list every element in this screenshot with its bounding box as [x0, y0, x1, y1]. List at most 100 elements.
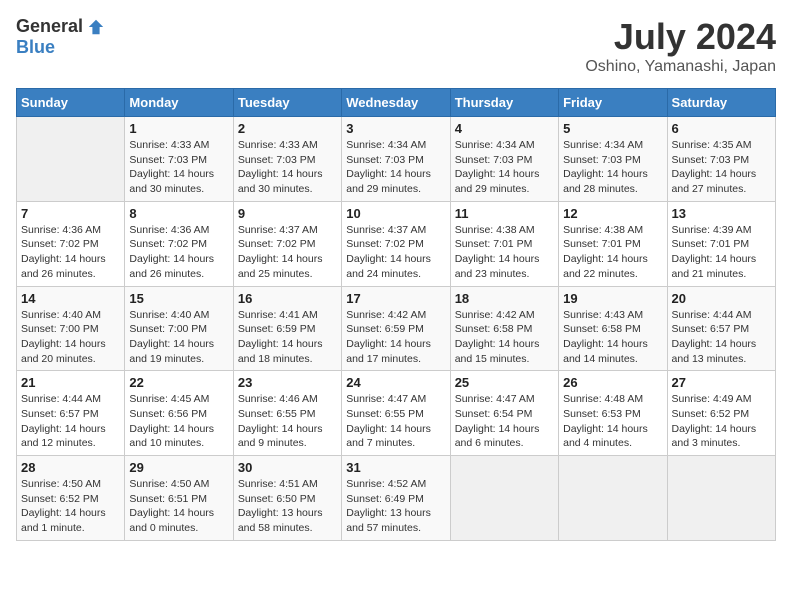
calendar-cell: 7Sunrise: 4:36 AMSunset: 7:02 PMDaylight…: [17, 201, 125, 286]
calendar-week-row: 1 Sunrise: 4:33 AMSunset: 7:03 PMDaylight…: [17, 117, 776, 202]
day-info: Sunrise: 4:37 AMSunset: 7:02 PMDaylight:…: [346, 223, 445, 282]
day-info: Sunrise: 4:43 AMSunset: 6:58 PMDaylight:…: [563, 308, 662, 367]
calendar-cell: 6Sunrise: 4:35 AMSunset: 7:03 PMDaylight…: [667, 117, 775, 202]
day-number: 20: [672, 291, 771, 306]
calendar-cell: 16 Sunrise: 4:41 AMSunset: 6:59 PMDayligh…: [233, 286, 341, 371]
day-number: 11: [455, 206, 554, 221]
header-thursday: Thursday: [450, 89, 558, 117]
calendar-cell: 10Sunrise: 4:37 AMSunset: 7:02 PMDayligh…: [342, 201, 450, 286]
day-number: 22: [129, 375, 228, 390]
day-number: 18: [455, 291, 554, 306]
calendar-cell: [450, 456, 558, 541]
day-number: 23: [238, 375, 337, 390]
calendar-cell: 19Sunrise: 4:43 AMSunset: 6:58 PMDayligh…: [559, 286, 667, 371]
day-number: 13: [672, 206, 771, 221]
day-number: 25: [455, 375, 554, 390]
day-number: 30: [238, 460, 337, 475]
calendar-week-row: 28 Sunrise: 4:50 AMSunset: 6:52 PMDayligh…: [17, 456, 776, 541]
day-info: Sunrise: 4:38 AMSunset: 7:01 PMDaylight:…: [563, 223, 662, 282]
header-monday: Monday: [125, 89, 233, 117]
title-area: July 2024 Oshino, Yamanashi, Japan: [585, 16, 776, 76]
logo: General Blue: [16, 16, 105, 58]
day-number: 8: [129, 206, 228, 221]
logo-general-text: General: [16, 16, 83, 37]
calendar-cell: 20Sunrise: 4:44 AMSunset: 6:57 PMDayligh…: [667, 286, 775, 371]
page-subtitle: Oshino, Yamanashi, Japan: [585, 58, 776, 76]
header-sunday: Sunday: [17, 89, 125, 117]
day-number: 4: [455, 121, 554, 136]
day-number: 1: [129, 121, 228, 136]
day-info: Sunrise: 4:34 AMSunset: 7:03 PMDaylight:…: [346, 138, 445, 197]
day-info: Sunrise: 4:34 AMSunset: 7:03 PMDaylight:…: [563, 138, 662, 197]
day-info: Sunrise: 4:46 AMSunset: 6:55 PMDaylight:…: [238, 392, 337, 451]
day-info: Sunrise: 4:50 AMSunset: 6:52 PMDaylight:…: [21, 477, 120, 536]
page-title: July 2024: [585, 16, 776, 58]
day-info: Sunrise: 4:48 AMSunset: 6:53 PMDaylight:…: [563, 392, 662, 451]
calendar-cell: 21 Sunrise: 4:44 AMSunset: 6:57 PMDayligh…: [17, 371, 125, 456]
calendar-cell: 22 Sunrise: 4:45 AMSunset: 6:56 PMDayligh…: [125, 371, 233, 456]
day-info: Sunrise: 4:52 AMSunset: 6:49 PMDaylight:…: [346, 477, 445, 536]
day-number: 14: [21, 291, 120, 306]
day-number: 2: [238, 121, 337, 136]
day-info: Sunrise: 4:33 AMSunset: 7:03 PMDaylight:…: [238, 138, 337, 197]
day-number: 6: [672, 121, 771, 136]
day-number: 9: [238, 206, 337, 221]
day-info: Sunrise: 4:42 AMSunset: 6:58 PMDaylight:…: [455, 308, 554, 367]
day-info: Sunrise: 4:42 AMSunset: 6:59 PMDaylight:…: [346, 308, 445, 367]
calendar-cell: 15Sunrise: 4:40 AMSunset: 7:00 PMDayligh…: [125, 286, 233, 371]
calendar-cell: 8 Sunrise: 4:36 AMSunset: 7:02 PMDaylight…: [125, 201, 233, 286]
calendar-cell: 26Sunrise: 4:48 AMSunset: 6:53 PMDayligh…: [559, 371, 667, 456]
calendar-cell: 14 Sunrise: 4:40 AMSunset: 7:00 PMDayligh…: [17, 286, 125, 371]
calendar-cell: [17, 117, 125, 202]
day-info: Sunrise: 4:51 AMSunset: 6:50 PMDaylight:…: [238, 477, 337, 536]
day-info: Sunrise: 4:44 AMSunset: 6:57 PMDaylight:…: [21, 392, 120, 451]
calendar-cell: 25Sunrise: 4:47 AMSunset: 6:54 PMDayligh…: [450, 371, 558, 456]
calendar-cell: 13Sunrise: 4:39 AMSunset: 7:01 PMDayligh…: [667, 201, 775, 286]
day-info: Sunrise: 4:40 AMSunset: 7:00 PMDaylight:…: [129, 308, 228, 367]
day-number: 27: [672, 375, 771, 390]
calendar-cell: 29 Sunrise: 4:50 AMSunset: 6:51 PMDayligh…: [125, 456, 233, 541]
calendar-cell: 18 Sunrise: 4:42 AMSunset: 6:58 PMDayligh…: [450, 286, 558, 371]
calendar-week-row: 14 Sunrise: 4:40 AMSunset: 7:00 PMDayligh…: [17, 286, 776, 371]
day-number: 7: [21, 206, 120, 221]
header-wednesday: Wednesday: [342, 89, 450, 117]
calendar-cell: 17Sunrise: 4:42 AMSunset: 6:59 PMDayligh…: [342, 286, 450, 371]
day-info: Sunrise: 4:45 AMSunset: 6:56 PMDaylight:…: [129, 392, 228, 451]
calendar-cell: 30 Sunrise: 4:51 AMSunset: 6:50 PMDayligh…: [233, 456, 341, 541]
day-info: Sunrise: 4:33 AMSunset: 7:03 PMDaylight:…: [129, 138, 228, 197]
day-number: 5: [563, 121, 662, 136]
header-friday: Friday: [559, 89, 667, 117]
logo-blue-text: Blue: [16, 37, 55, 58]
day-info: Sunrise: 4:38 AMSunset: 7:01 PMDaylight:…: [455, 223, 554, 282]
day-info: Sunrise: 4:36 AMSunset: 7:02 PMDaylight:…: [129, 223, 228, 282]
header-tuesday: Tuesday: [233, 89, 341, 117]
calendar-cell: 4 Sunrise: 4:34 AMSunset: 7:03 PMDaylight…: [450, 117, 558, 202]
calendar-cell: 9Sunrise: 4:37 AMSunset: 7:02 PMDaylight…: [233, 201, 341, 286]
calendar-cell: 12Sunrise: 4:38 AMSunset: 7:01 PMDayligh…: [559, 201, 667, 286]
day-info: Sunrise: 4:40 AMSunset: 7:00 PMDaylight:…: [21, 308, 120, 367]
calendar-cell: 2 Sunrise: 4:33 AMSunset: 7:03 PMDaylight…: [233, 117, 341, 202]
calendar-week-row: 21 Sunrise: 4:44 AMSunset: 6:57 PMDayligh…: [17, 371, 776, 456]
day-info: Sunrise: 4:49 AMSunset: 6:52 PMDaylight:…: [672, 392, 771, 451]
day-info: Sunrise: 4:47 AMSunset: 6:55 PMDaylight:…: [346, 392, 445, 451]
calendar-cell: 27 Sunrise: 4:49 AMSunset: 6:52 PMDayligh…: [667, 371, 775, 456]
day-info: Sunrise: 4:34 AMSunset: 7:03 PMDaylight:…: [455, 138, 554, 197]
calendar-table: SundayMondayTuesdayWednesdayThursdayFrid…: [16, 88, 776, 541]
day-number: 21: [21, 375, 120, 390]
calendar-cell: 11 Sunrise: 4:38 AMSunset: 7:01 PMDayligh…: [450, 201, 558, 286]
day-info: Sunrise: 4:41 AMSunset: 6:59 PMDaylight:…: [238, 308, 337, 367]
day-info: Sunrise: 4:50 AMSunset: 6:51 PMDaylight:…: [129, 477, 228, 536]
calendar-cell: 5 Sunrise: 4:34 AMSunset: 7:03 PMDaylight…: [559, 117, 667, 202]
day-number: 31: [346, 460, 445, 475]
calendar-week-row: 7 Sunrise: 4:36 AMSunset: 7:02 PMDaylight…: [17, 201, 776, 286]
calendar-cell: 1 Sunrise: 4:33 AMSunset: 7:03 PMDaylight…: [125, 117, 233, 202]
calendar-cell: [559, 456, 667, 541]
day-number: 29: [129, 460, 228, 475]
calendar-cell: [667, 456, 775, 541]
calendar-cell: 31 Sunrise: 4:52 AMSunset: 6:49 PMDayligh…: [342, 456, 450, 541]
day-number: 16: [238, 291, 337, 306]
calendar-cell: 23 Sunrise: 4:46 AMSunset: 6:55 PMDayligh…: [233, 371, 341, 456]
day-number: 3: [346, 121, 445, 136]
day-number: 28: [21, 460, 120, 475]
header-saturday: Saturday: [667, 89, 775, 117]
